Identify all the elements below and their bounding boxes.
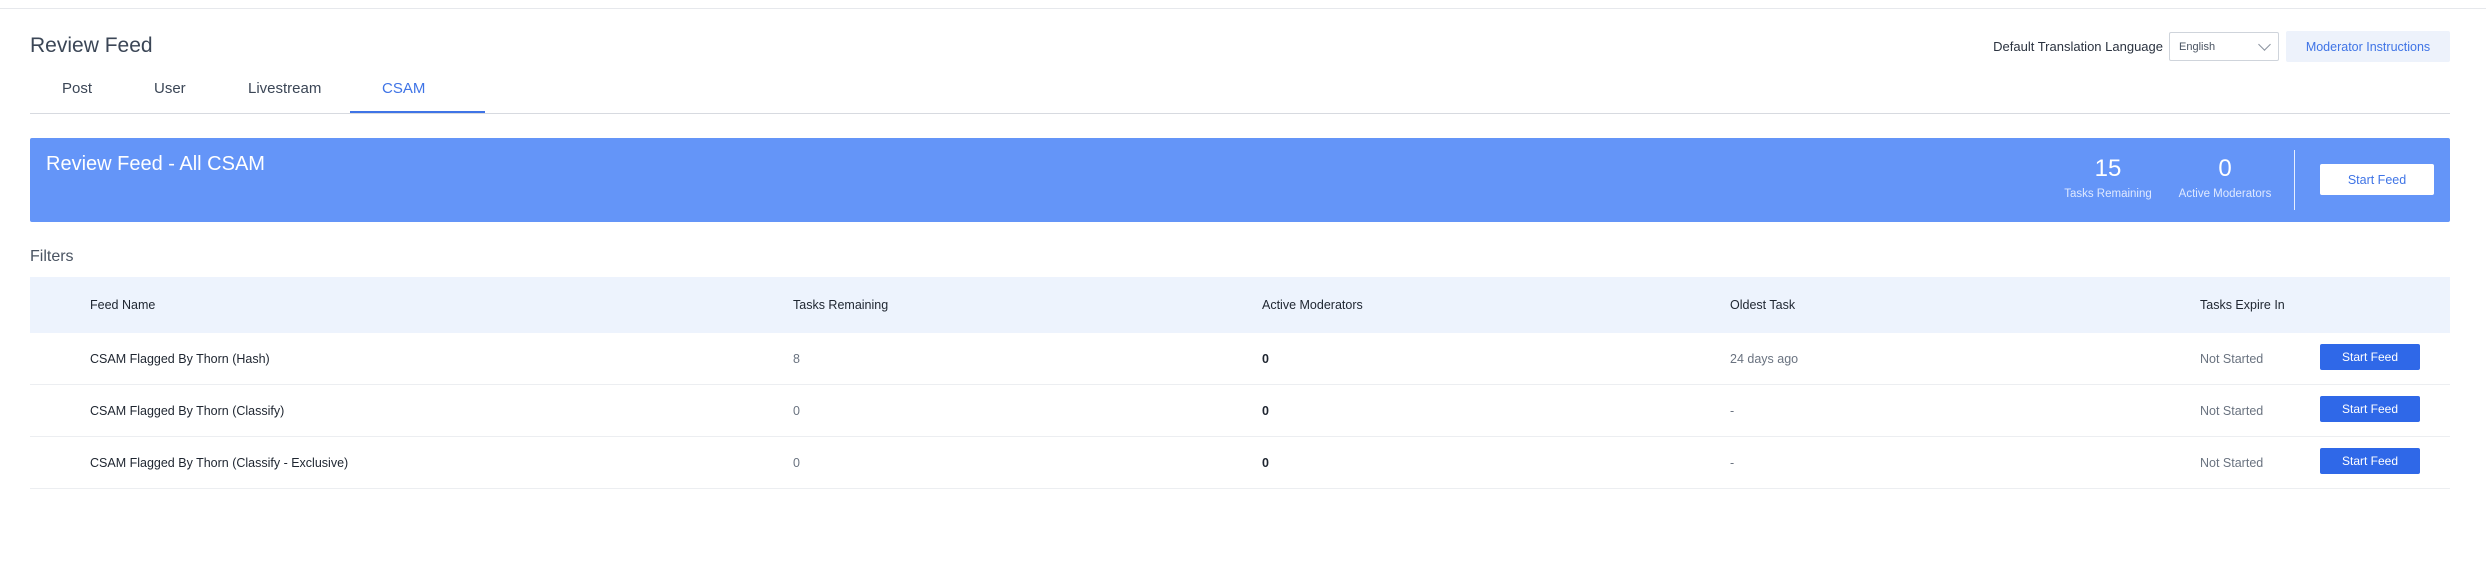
filters-toggle[interactable]: Filters [30, 248, 74, 266]
start-feed-button[interactable]: Start Feed [2320, 344, 2420, 370]
table-row: CSAM Flagged By Thorn (Classify) 0 0 - N… [30, 385, 2450, 437]
active-moderators-value: 0 [2218, 155, 2232, 182]
feed-name-cell: CSAM Flagged By Thorn (Classify - Exclus… [90, 456, 349, 470]
top-divider [0, 8, 2486, 9]
language-label: Default Translation Language [1993, 39, 2163, 54]
tasks-remaining-cell: 8 [793, 352, 800, 366]
language-select[interactable]: English [2169, 32, 2279, 61]
feed-name-cell: CSAM Flagged By Thorn (Hash) [90, 352, 270, 366]
oldest-task-cell: 24 days ago [1730, 352, 1799, 366]
active-moderators-label: Active Moderators [2178, 188, 2272, 200]
start-feed-button[interactable]: Start Feed [2320, 396, 2420, 422]
table-header: Feed Name Tasks Remaining Active Moderat… [30, 277, 2450, 333]
tab-bar: Post User Livestream CSAM [30, 74, 2450, 114]
tasks-remaining-stat: 15 Tasks Remaining [2058, 155, 2158, 201]
tasks-expire-cell: Not Started [2200, 456, 2264, 470]
language-value: English [2179, 40, 2216, 53]
tab-livestream[interactable]: Livestream [248, 80, 321, 97]
column-header-oldest-task: Oldest Task [1730, 298, 1796, 312]
page-title: Review Feed [30, 34, 153, 57]
table-row: CSAM Flagged By Thorn (Classify - Exclus… [30, 437, 2450, 489]
column-header-tasks-expire-in: Tasks Expire In [2200, 298, 2285, 312]
feed-name-cell: CSAM Flagged By Thorn (Classify) [90, 404, 285, 418]
active-moderators-stat: 0 Active Moderators [2172, 155, 2278, 201]
banner-title: Review Feed - All CSAM [46, 153, 265, 175]
column-header-tasks-remaining: Tasks Remaining [793, 298, 889, 312]
active-moderators-cell: 0 [1262, 352, 1269, 366]
header-controls: Default Translation Language English Mod… [1993, 31, 2450, 62]
table-row: CSAM Flagged By Thorn (Hash) 8 0 24 days… [30, 333, 2450, 385]
tasks-expire-cell: Not Started [2200, 404, 2264, 418]
oldest-task-cell: - [1730, 404, 1735, 418]
active-moderators-cell: 0 [1262, 404, 1269, 418]
column-header-active-moderators: Active Moderators [1262, 298, 1363, 312]
banner-divider [2294, 150, 2295, 210]
active-moderators-cell: 0 [1262, 456, 1269, 470]
tab-post[interactable]: Post [62, 80, 92, 97]
chevron-down-icon [2258, 37, 2271, 51]
tasks-remaining-value: 15 [2094, 155, 2122, 182]
moderator-instructions-button[interactable]: Moderator Instructions [2286, 31, 2450, 62]
feed-table: Feed Name Tasks Remaining Active Moderat… [30, 277, 2450, 489]
start-all-feed-button[interactable]: Start Feed [2320, 164, 2434, 195]
tasks-expire-cell: Not Started [2200, 352, 2264, 366]
tabs-divider [30, 113, 2450, 114]
start-feed-button[interactable]: Start Feed [2320, 448, 2420, 474]
tasks-remaining-label: Tasks Remaining [2064, 188, 2152, 200]
column-header-feed-name: Feed Name [90, 298, 156, 312]
oldest-task-cell: - [1730, 456, 1735, 470]
tasks-remaining-cell: 0 [793, 404, 800, 418]
tasks-remaining-cell: 0 [793, 456, 800, 470]
tab-user[interactable]: User [154, 80, 186, 97]
tab-csam[interactable]: CSAM [382, 80, 425, 97]
feed-summary-banner: Review Feed - All CSAM 15 Tasks Remainin… [30, 138, 2450, 222]
